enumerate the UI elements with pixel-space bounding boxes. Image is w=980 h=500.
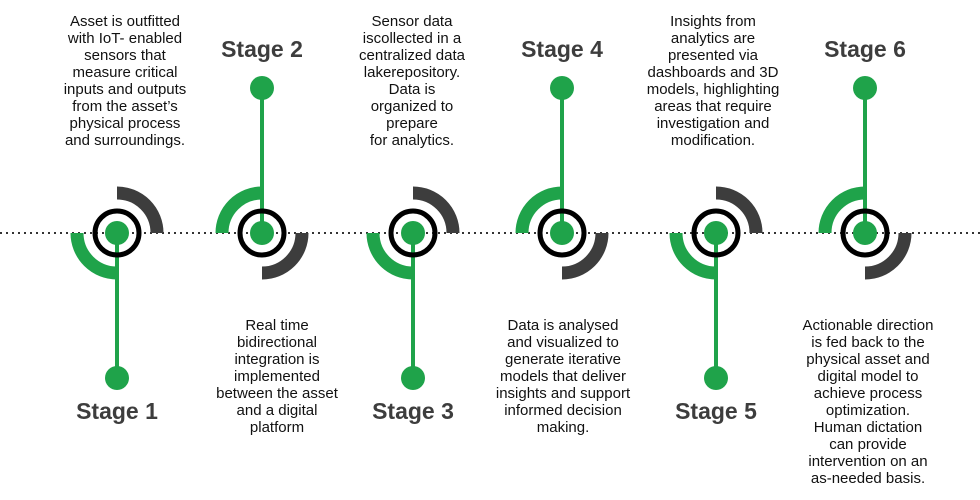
description-line: optimization. bbox=[825, 402, 911, 419]
node-center-dot bbox=[250, 221, 274, 245]
stem-end-dot bbox=[105, 366, 129, 390]
description-line: Sensor data bbox=[371, 13, 453, 30]
description-line: implemented bbox=[234, 368, 320, 385]
description-line: is fed back to the bbox=[811, 334, 925, 351]
description-line: Insights from bbox=[670, 13, 756, 30]
description-line: generate iterative bbox=[505, 351, 621, 368]
description-line: Actionable direction bbox=[802, 317, 934, 334]
description-line: as-needed basis. bbox=[810, 470, 926, 487]
stem-end-dot bbox=[853, 76, 877, 100]
description-line: centralized data bbox=[359, 47, 465, 64]
description-line: organized to bbox=[370, 98, 454, 115]
description-line: iscollected in a bbox=[362, 30, 462, 47]
stage-5-description: Insights from analytics are presented via d… bbox=[618, 13, 808, 149]
description-line: measure critical bbox=[72, 64, 178, 81]
stem-end-dot bbox=[401, 366, 425, 390]
description-line: achieve process bbox=[813, 385, 923, 402]
description-line: lakerepository. bbox=[363, 64, 461, 81]
description-line: analytics are bbox=[670, 30, 756, 47]
stem-end-dot bbox=[704, 366, 728, 390]
stage-2-label: Stage 2 bbox=[221, 36, 303, 62]
node-center-dot bbox=[401, 221, 425, 245]
description-line: inputs and outputs bbox=[63, 81, 187, 98]
description-line: making. bbox=[536, 419, 590, 436]
stage-6-label: Stage 6 bbox=[824, 36, 906, 62]
description-line: Real time bbox=[245, 317, 309, 334]
description-line: Asset is outfitted bbox=[69, 13, 181, 30]
description-line: physical asset and bbox=[806, 351, 930, 368]
description-line: intervention on an bbox=[808, 453, 928, 470]
description-line: integration is bbox=[234, 351, 320, 368]
description-line: models, highlighting bbox=[646, 81, 780, 98]
description-line: and surroundings. bbox=[64, 132, 186, 149]
node-center-dot bbox=[550, 221, 574, 245]
stage-3-label: Stage 3 bbox=[372, 398, 454, 424]
description-line: digital model to bbox=[817, 368, 919, 385]
description-line: Data is bbox=[388, 81, 436, 98]
stem-end-dot bbox=[550, 76, 574, 100]
stage-3-description: Sensor data iscollected in a centralized d… bbox=[317, 13, 507, 149]
stage-5-label: Stage 5 bbox=[675, 398, 757, 424]
description-line: Human dictation bbox=[813, 419, 923, 436]
description-line: from the asset’s bbox=[72, 98, 178, 115]
description-line: for analytics. bbox=[369, 132, 455, 149]
node-center-dot bbox=[105, 221, 129, 245]
description-line: insights and support bbox=[495, 385, 631, 402]
description-line: modification. bbox=[670, 132, 756, 149]
description-line: physical process bbox=[69, 115, 181, 132]
description-line: investigation and bbox=[656, 115, 770, 132]
description-line: prepare bbox=[386, 115, 438, 132]
description-line: can provide bbox=[829, 436, 907, 453]
node-center-dot bbox=[704, 221, 728, 245]
stem-end-dot bbox=[250, 76, 274, 100]
stage-1-description: Asset is outfitted with IoT- enabled senso… bbox=[30, 13, 220, 149]
description-line: areas that require bbox=[654, 98, 772, 115]
description-line: bidirectional bbox=[236, 334, 318, 351]
description-line: and visualized to bbox=[507, 334, 619, 351]
description-line: dashboards and 3D bbox=[647, 64, 779, 81]
node-center-dot bbox=[853, 221, 877, 245]
stage-1-label: Stage 1 bbox=[76, 398, 158, 424]
description-line: models that deliver bbox=[500, 368, 626, 385]
stage-4-label: Stage 4 bbox=[521, 36, 603, 62]
stage-4-description: Data is analysed and visualized to generat… bbox=[468, 317, 658, 436]
description-line: presented via bbox=[667, 47, 759, 64]
description-line: Data is analysed bbox=[507, 317, 619, 334]
description-line: informed decision bbox=[504, 402, 622, 419]
stage-6-description: Actionable direction is fed back to the ph… bbox=[773, 317, 963, 487]
